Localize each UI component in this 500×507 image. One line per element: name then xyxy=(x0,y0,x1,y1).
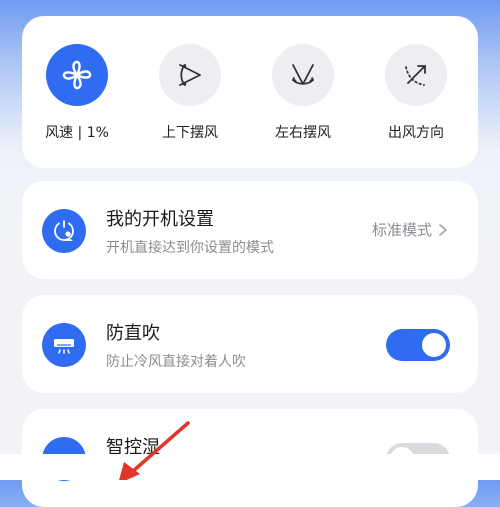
horizontal-swing-label: 左右摆风 xyxy=(275,125,331,141)
air-conditioner-icon xyxy=(54,339,74,354)
startup-settings-title: 我的开机设置 xyxy=(106,209,214,230)
airflow-direction-icon xyxy=(405,65,426,86)
vertical-swing-button[interactable] xyxy=(159,44,221,106)
vertical-swing-label: 上下摆风 xyxy=(162,125,218,141)
fan-speed-label: 风速 | 1% xyxy=(45,125,109,141)
startup-mode-value: 标准模式 xyxy=(371,221,432,239)
startup-settings-icon-badge xyxy=(42,209,86,253)
power-user-icon xyxy=(54,220,74,241)
airflow-direction-control[interactable]: 出风方向 xyxy=(361,44,471,142)
fan-speed-button[interactable] xyxy=(46,44,108,106)
horizontal-swing-control[interactable]: 左右摆风 xyxy=(248,44,358,142)
toggle-knob xyxy=(422,333,446,357)
vertical-swing-control[interactable]: 上下摆风 xyxy=(135,44,245,142)
chevron-right-icon xyxy=(439,223,447,236)
startup-settings-subtitle: 开机直接达到你设置的模式 xyxy=(106,240,274,256)
airflow-direction-label: 出风方向 xyxy=(388,125,444,141)
vertical-swing-icon xyxy=(179,64,201,86)
anti-direct-blow-icon-badge xyxy=(42,323,86,367)
anti-direct-blow-card: 防直吹 防止冷风直接对着人吹 xyxy=(22,295,478,393)
airflow-direction-button[interactable] xyxy=(385,44,447,106)
fan-speed-control[interactable]: 风速 | 1% xyxy=(22,44,132,142)
bottom-sheet-edge xyxy=(0,454,500,480)
anti-direct-blow-title: 防直吹 xyxy=(106,323,160,344)
fan-icon xyxy=(62,60,92,90)
anti-direct-blow-toggle[interactable] xyxy=(386,329,450,361)
horizontal-swing-icon xyxy=(292,64,314,85)
startup-mode-selector[interactable]: 标准模式 xyxy=(372,219,448,240)
mode-controls-card: 风速 | 1% 上下摆风 左右摆风 出风方向 xyxy=(22,16,478,168)
anti-direct-blow-subtitle: 防止冷风直接对着人吹 xyxy=(106,354,246,370)
horizontal-swing-button[interactable] xyxy=(272,44,334,106)
startup-settings-card[interactable]: 我的开机设置 开机直接达到你设置的模式 标准模式 xyxy=(22,181,478,279)
